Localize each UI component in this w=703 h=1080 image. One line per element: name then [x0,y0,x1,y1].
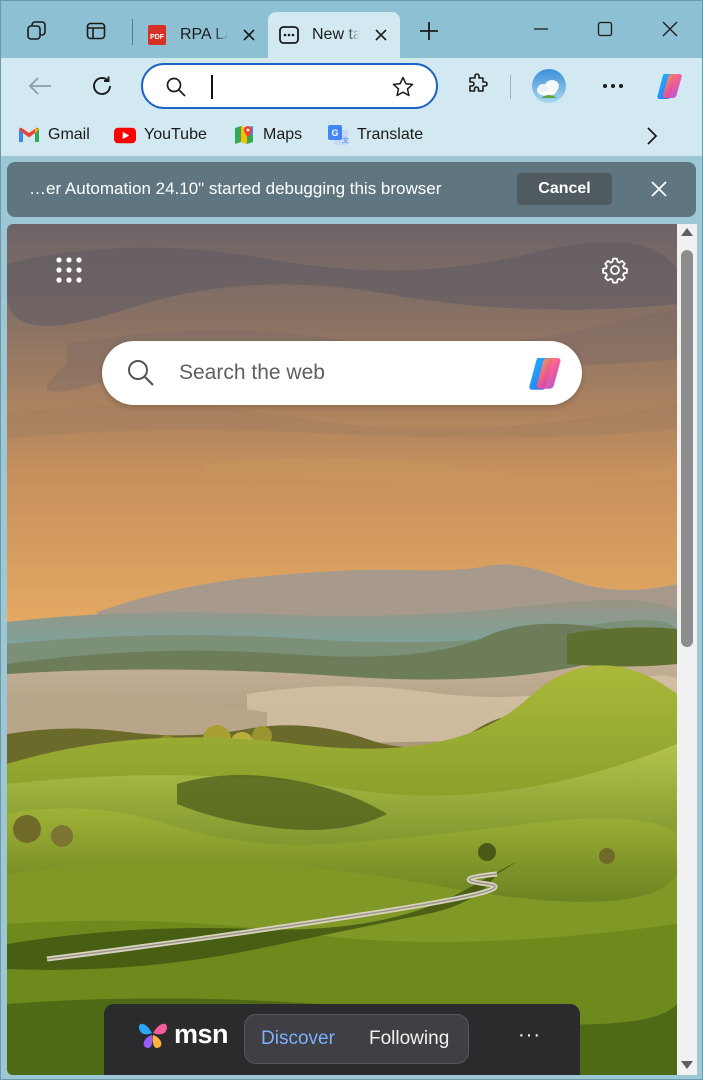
address-bar[interactable] [141,63,438,109]
svg-text:PDF: PDF [150,34,165,41]
workspaces-icon[interactable] [23,17,51,45]
infobar-message: …er Automation 24.10" started debugging … [29,179,442,198]
favorites-overflow-chevron-icon[interactable] [646,126,658,151]
favorite-star-icon[interactable] [391,75,415,104]
scroll-thumb[interactable] [681,250,693,647]
msn-feed-bar: msn Discover Following ··· [104,1004,580,1075]
tab-title: RPA LA [180,26,228,43]
tab-separator [132,19,133,45]
web-search-input[interactable] [179,358,509,388]
navigation-toolbar [0,58,703,114]
text-caret [211,75,213,99]
msn-butterfly-icon [138,1023,167,1048]
search-icon [165,76,187,103]
close-tab-icon[interactable] [372,26,390,44]
favorites-bar: Gmail YouTube Maps G文 Translate [0,114,703,156]
scroll-down-arrow-icon[interactable] [681,1061,693,1069]
favorite-maps[interactable]: Maps [233,122,302,148]
minimize-button[interactable] [526,14,556,44]
close-window-button[interactable] [655,14,685,44]
copilot-icon[interactable] [526,353,568,395]
puzzle-icon [466,72,490,101]
profile-avatar[interactable] [530,67,568,105]
new-tab-page: msn Discover Following ··· [7,224,677,1075]
feed-tabs: Discover Following [244,1014,469,1064]
refresh-button[interactable] [85,69,119,103]
maps-icon [233,124,255,146]
favorite-gmail[interactable]: Gmail [18,122,90,148]
favorite-label: Translate [357,126,424,143]
tab-discover[interactable]: Discover [261,1028,335,1050]
vertical-tabs-icon[interactable] [82,17,110,45]
page-scrollbar[interactable] [677,224,697,1075]
msn-logo[interactable]: msn [136,1016,229,1052]
translate-icon: G文 [327,124,349,146]
cancel-button[interactable]: Cancel [517,173,612,205]
tab-new-tab[interactable]: New tab [268,12,400,58]
favorite-label: Gmail [48,126,90,143]
apps-grid-icon[interactable] [53,254,85,286]
page-settings-gear-icon[interactable] [599,254,631,286]
settings-more-button[interactable] [596,69,630,103]
svg-text:G: G [331,128,338,138]
toolbar-separator [510,75,511,99]
tab-rpa[interactable]: PDF RPA LA [140,12,266,58]
extensions-button[interactable] [461,69,495,103]
gmail-icon [18,124,40,146]
msn-wordmark: msn [174,1018,229,1049]
maximize-button[interactable] [590,14,620,44]
address-input[interactable] [209,73,379,99]
scroll-up-arrow-icon[interactable] [681,228,693,236]
pdf-icon: PDF [146,24,168,46]
favorite-youtube[interactable]: YouTube [114,122,207,148]
tab-title: New tab [312,26,360,43]
tab-following[interactable]: Following [369,1028,449,1050]
search-icon [128,360,154,386]
tab-strip: PDF RPA LA New tab [0,0,703,58]
back-button[interactable] [23,69,57,103]
svg-text:文: 文 [342,136,349,145]
close-tab-icon[interactable] [240,26,258,44]
close-infobar-icon[interactable] [646,176,672,202]
feed-more-options-icon[interactable]: ··· [518,1024,541,1047]
new-tab-plus-icon[interactable] [415,17,443,45]
web-search-box[interactable] [102,341,582,405]
favorite-label: YouTube [144,126,207,143]
favorite-label: Maps [263,126,303,143]
favorite-translate[interactable]: G文 Translate [327,122,423,148]
youtube-icon [114,124,136,146]
new-tab-icon [278,24,300,46]
copilot-icon[interactable] [654,69,688,103]
debugging-infobar: …er Automation 24.10" started debugging … [7,162,696,217]
